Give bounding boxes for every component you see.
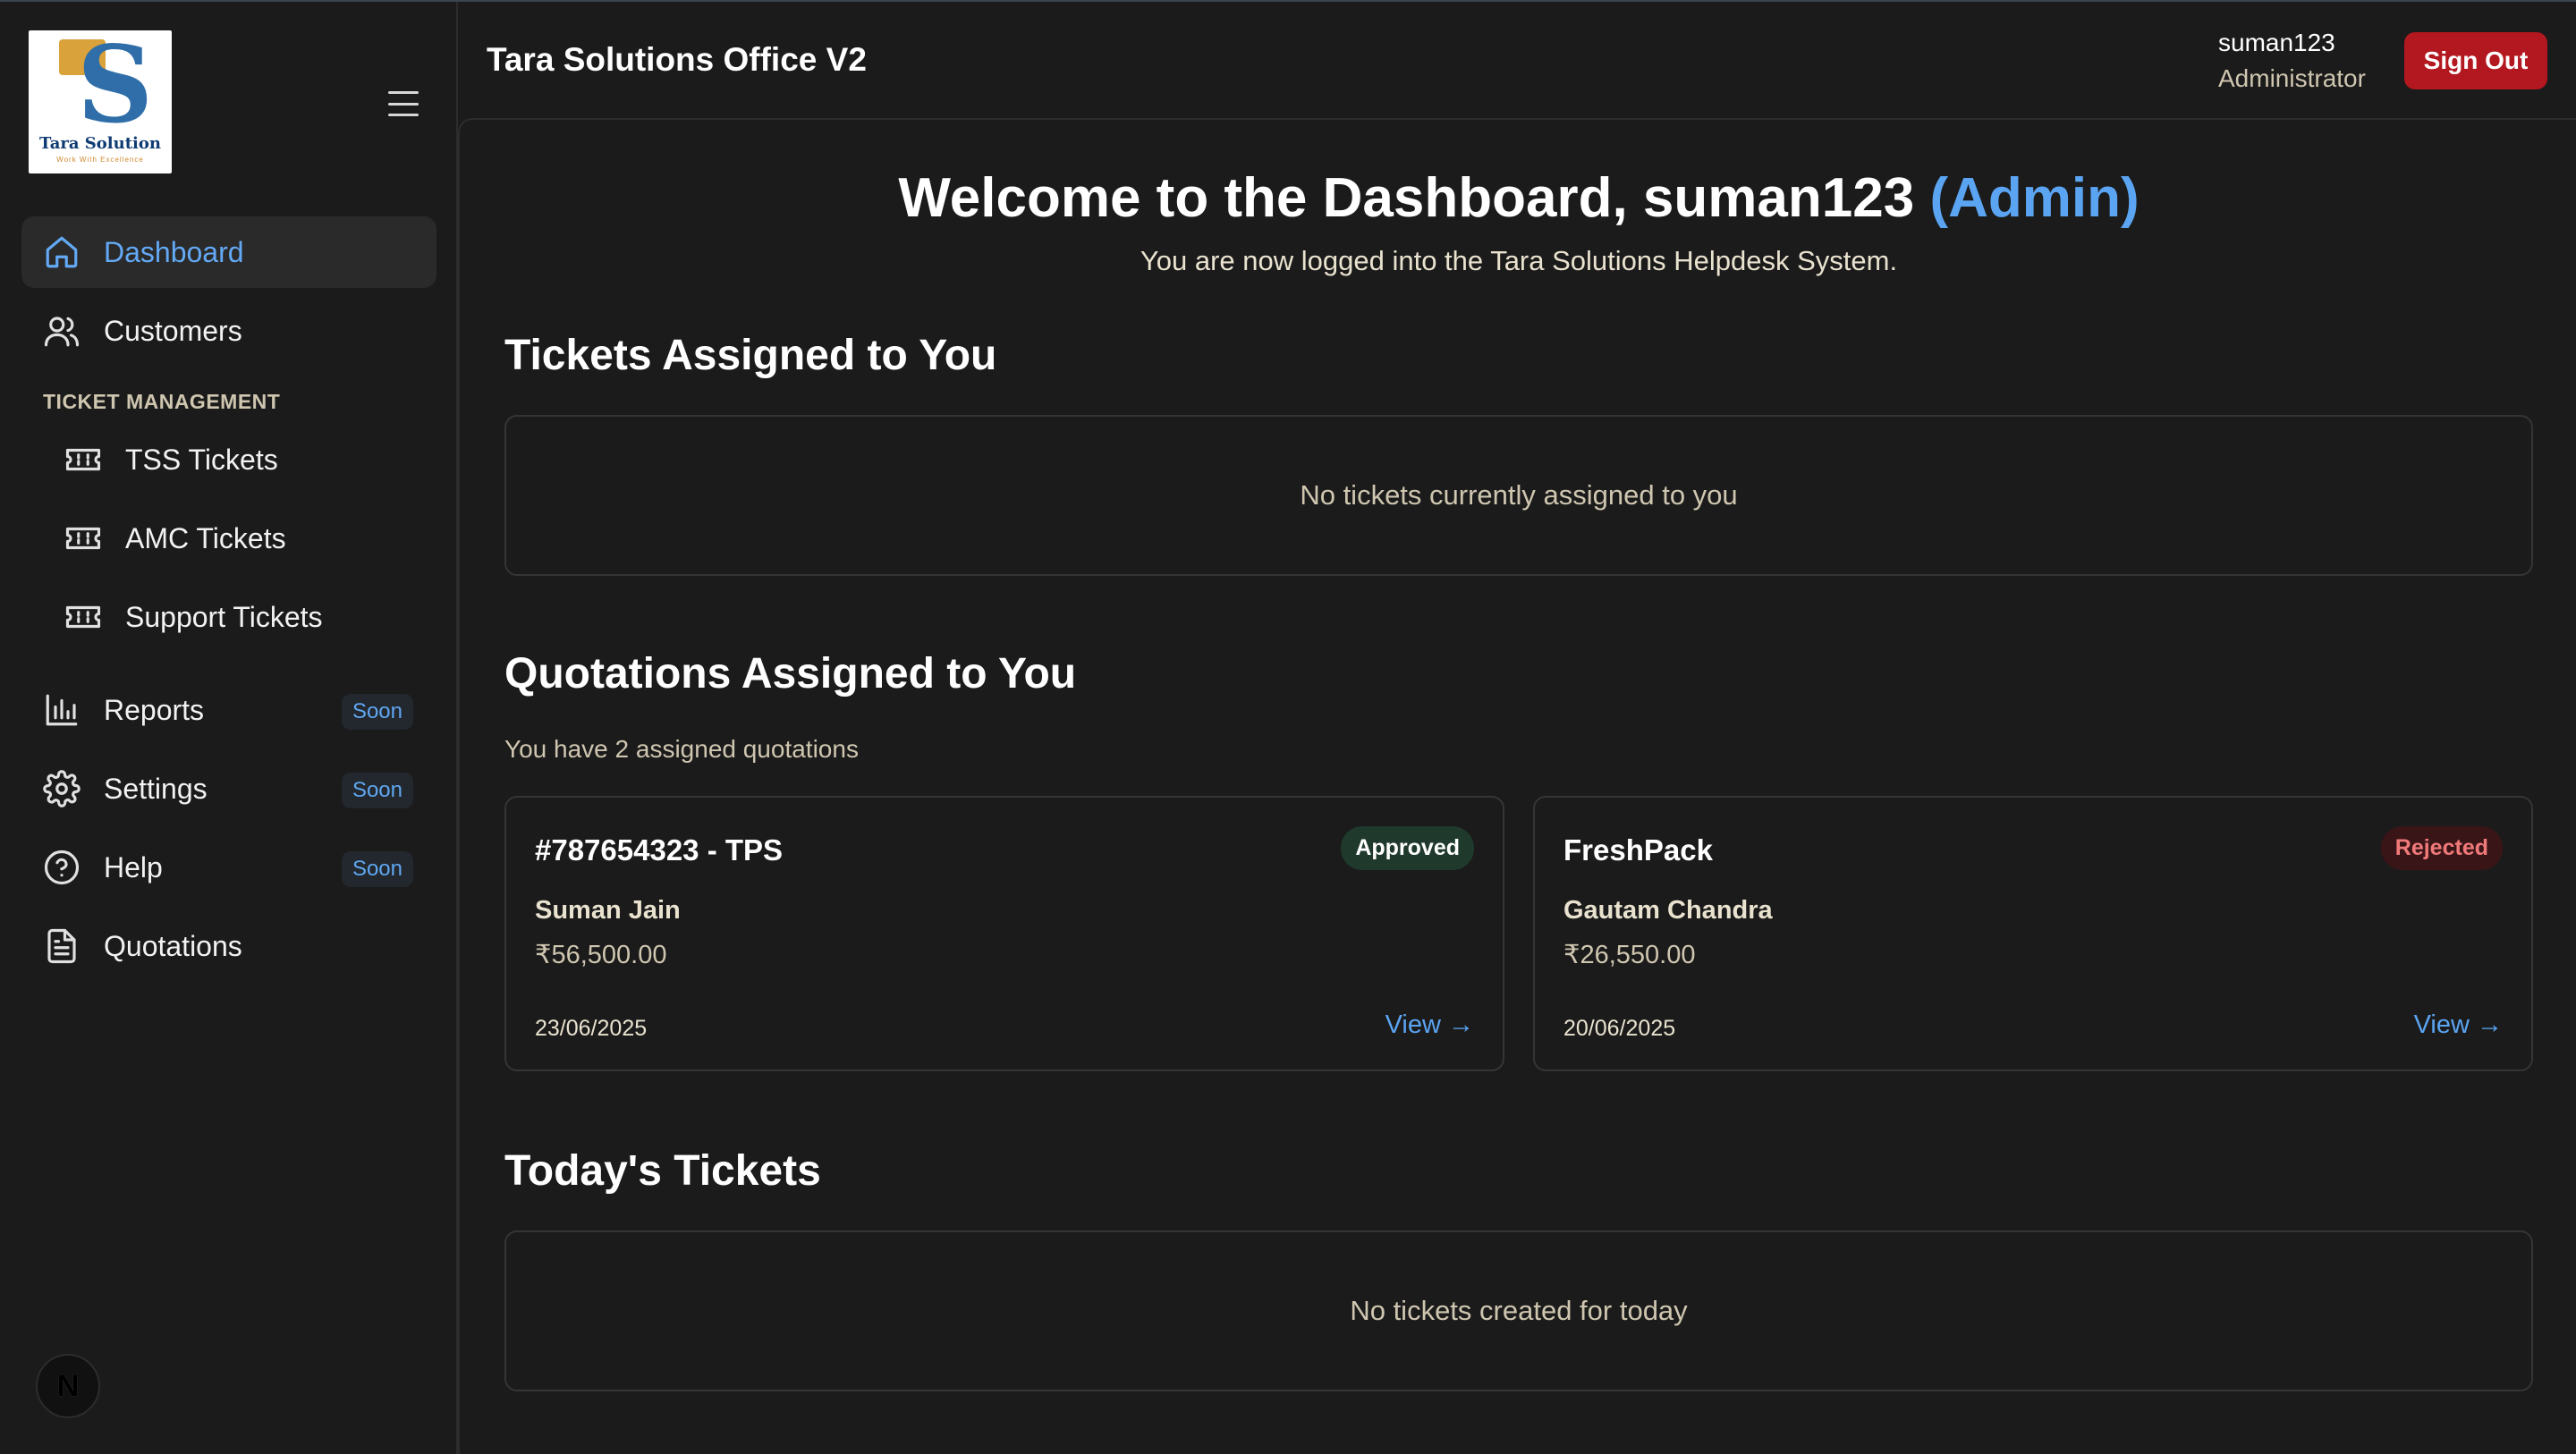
- quotation-amount: ₹56,500.00: [535, 941, 667, 969]
- dev-tools-badge[interactable]: N: [36, 1354, 100, 1418]
- quotation-title: #787654323 - TPS: [535, 833, 784, 866]
- document-icon: [43, 927, 80, 965]
- quotation-date: 20/06/2025: [1563, 1016, 1676, 1041]
- quotation-card[interactable]: #787654323 - TPS Approved Suman Jain ₹56…: [504, 796, 1504, 1071]
- logo-tagline: Work With Excellence: [56, 156, 144, 164]
- quotation-date: 23/06/2025: [535, 1016, 648, 1041]
- soon-badge: Soon: [341, 694, 413, 730]
- sidebar-item-label: Dashboard: [104, 235, 244, 268]
- todays-tickets-title: Today's Tickets: [504, 1147, 821, 1195]
- soon-badge: Soon: [341, 773, 413, 808]
- user-role: Administrator: [2218, 64, 2366, 92]
- app-title: Tara Solutions Office V2: [487, 41, 867, 78]
- help-circle-icon: [43, 849, 80, 886]
- quotation-card[interactable]: FreshPack Rejected Gautam Chandra ₹26,55…: [1533, 796, 2533, 1071]
- role-tag: (Admin): [1929, 167, 2140, 229]
- sidebar-item-quotations[interactable]: Quotations: [21, 910, 436, 982]
- home-icon: [43, 233, 80, 271]
- sidebar-item-label: Support Tickets: [125, 600, 323, 633]
- sidebar-item-label: Settings: [104, 772, 208, 805]
- sidebar-item-label: Reports: [104, 693, 205, 726]
- sidebar-item-tss-tickets[interactable]: TSS Tickets: [43, 424, 436, 495]
- status-badge: Rejected: [2380, 826, 2503, 870]
- status-badge: Approved: [1341, 826, 1474, 870]
- sidebar-item-label: Help: [104, 850, 163, 883]
- welcome-heading: Welcome to the Dashboard, suman123 (Admi…: [460, 166, 2576, 230]
- bar-chart-icon: [43, 691, 80, 729]
- empty-message: No tickets currently assigned to you: [1300, 479, 1738, 511]
- company-logo[interactable]: S Tara Solution Work With Excellence: [29, 30, 172, 173]
- sidebar-item-help[interactable]: Help Soon: [21, 832, 436, 903]
- empty-message: No tickets created for today: [1350, 1295, 1688, 1326]
- soon-badge: Soon: [341, 851, 413, 887]
- quotation-amount: ₹26,550.00: [1563, 941, 1696, 969]
- sidebar: S Tara Solution Work With Excellence Das…: [0, 2, 458, 1454]
- quotations-title: Quotations Assigned to You: [504, 650, 1077, 697]
- logo-letter: S: [77, 30, 154, 147]
- sidebar-item-amc-tickets[interactable]: AMC Tickets: [43, 503, 436, 574]
- sidebar-item-reports[interactable]: Reports Soon: [21, 674, 436, 746]
- logo-name: Tara Solution: [39, 134, 161, 153]
- sidebar-item-label: TSS Tickets: [125, 443, 278, 476]
- users-icon: [43, 312, 80, 350]
- ticket-icon: [64, 441, 102, 478]
- quotations-count: You have 2 assigned quotations: [504, 735, 859, 763]
- sidebar-item-settings[interactable]: Settings Soon: [21, 753, 436, 824]
- sidebar-item-dashboard[interactable]: Dashboard: [21, 216, 436, 288]
- ticket-icon: [64, 520, 102, 557]
- ticket-icon: [64, 598, 102, 636]
- todays-tickets-empty: No tickets created for today: [504, 1230, 2533, 1391]
- welcome-text: Welcome to the Dashboard, suman123: [898, 167, 1915, 229]
- assigned-tickets-title: Tickets Assigned to You: [504, 332, 997, 379]
- sidebar-item-support-tickets[interactable]: Support Tickets: [43, 581, 436, 653]
- quotation-client: Suman Jain: [535, 896, 681, 925]
- welcome-subtitle: You are now logged into the Tara Solutio…: [1140, 245, 1898, 276]
- gear-icon: [43, 770, 80, 807]
- sidebar-item-customers[interactable]: Customers: [21, 295, 436, 367]
- quotation-client: Gautam Chandra: [1563, 896, 1773, 925]
- main-content: Welcome to the Dashboard, suman123 (Admi…: [458, 118, 2576, 1454]
- sidebar-item-label: AMC Tickets: [125, 521, 286, 554]
- menu-toggle-icon[interactable]: [388, 91, 419, 116]
- view-quotation-link[interactable]: View →: [1385, 1010, 1474, 1040]
- view-quotation-link[interactable]: View →: [2414, 1010, 2503, 1040]
- sign-out-button[interactable]: Sign Out: [2404, 32, 2547, 89]
- ticket-management-heading: TICKET MANAGEMENT: [43, 390, 281, 413]
- assigned-tickets-empty: No tickets currently assigned to you: [504, 415, 2533, 576]
- sidebar-item-label: Quotations: [104, 929, 242, 962]
- user-name: suman123: [2218, 29, 2335, 56]
- sidebar-item-label: Customers: [104, 314, 242, 347]
- quotation-title: FreshPack: [1563, 833, 1713, 866]
